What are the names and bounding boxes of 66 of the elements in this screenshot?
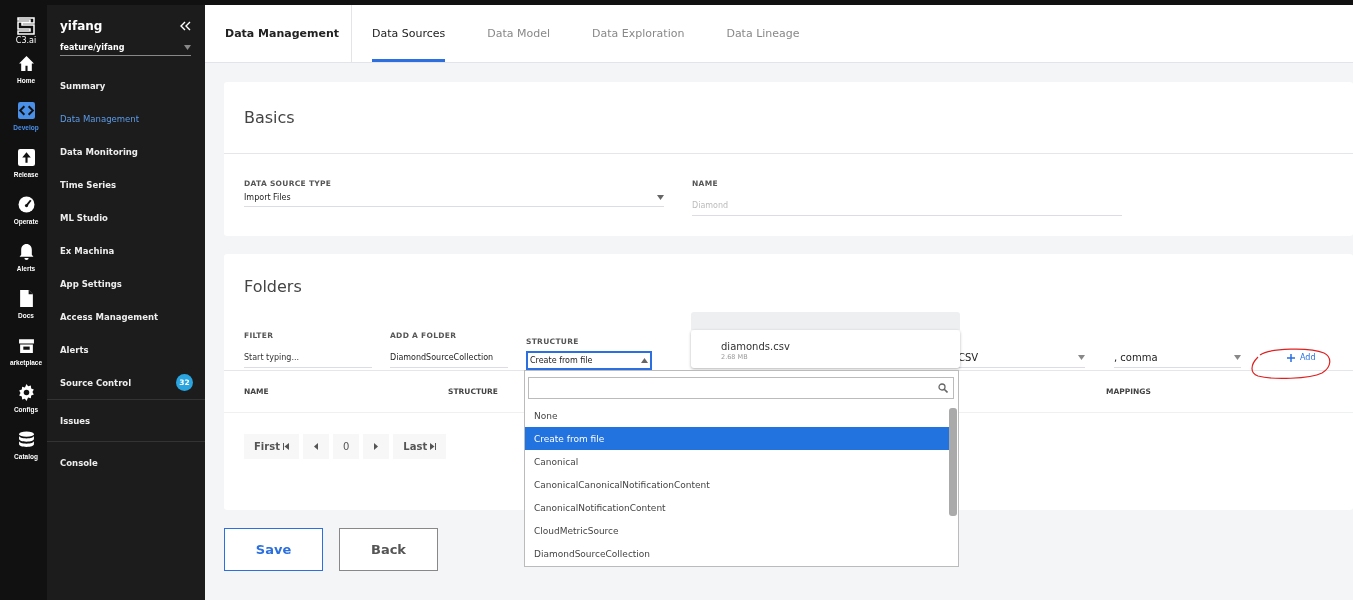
sidebar-item[interactable]: App Settings xyxy=(47,267,205,300)
page-title: Data Management xyxy=(205,5,352,62)
structure-select[interactable]: Create from file xyxy=(526,351,652,370)
bell-icon xyxy=(17,243,35,260)
caret-icon xyxy=(1078,355,1085,360)
caret-icon xyxy=(1234,355,1241,360)
tab[interactable]: Data Lineage xyxy=(726,5,800,62)
scrollbar[interactable] xyxy=(949,408,957,516)
caret-icon xyxy=(657,195,664,200)
dropdown-search-field[interactable] xyxy=(528,377,954,399)
last-page-icon xyxy=(430,443,437,450)
page-number[interactable]: 0 xyxy=(332,434,360,459)
tab[interactable]: Data Model xyxy=(487,5,551,62)
code-icon xyxy=(17,102,35,119)
logo-text: C3.ai xyxy=(15,36,37,45)
caret-icon xyxy=(641,358,648,363)
section-title: Basics xyxy=(224,82,1353,154)
sidebar-item[interactable]: Alerts xyxy=(47,333,205,366)
add-button[interactable]: Add xyxy=(1279,349,1324,366)
tab[interactable]: Data Sources xyxy=(372,5,446,62)
project-title: yifang xyxy=(60,19,103,33)
type-select[interactable]: Import Files xyxy=(244,193,664,207)
upload-icon xyxy=(17,149,35,166)
collapse-icon xyxy=(179,20,191,32)
sidebar-item[interactable]: Summary xyxy=(47,69,205,102)
branch-select[interactable]: feature/yifang xyxy=(60,39,191,56)
dropdown-option[interactable]: CloudMetricSource xyxy=(525,519,949,542)
save-button[interactable]: Save xyxy=(224,528,323,571)
sidebar-item[interactable]: ML Studio xyxy=(47,201,205,234)
store-icon xyxy=(17,337,35,354)
filter-field[interactable]: Start typing... xyxy=(244,353,372,368)
dropdown-option[interactable]: Create from file xyxy=(525,427,949,450)
back-button[interactable]: Back xyxy=(339,528,438,571)
dropdown-option[interactable]: CanonicalNotificationContent xyxy=(525,496,949,519)
logo-icon xyxy=(17,17,35,35)
folder-name-field[interactable]: DiamondSourceCollection xyxy=(390,353,508,368)
dropdown-option[interactable]: DiamondSourceCollection xyxy=(525,542,949,565)
previous-page-button[interactable] xyxy=(302,434,329,459)
caret-icon xyxy=(184,45,191,50)
name-field[interactable]: Diamond xyxy=(692,201,1122,216)
sidebar-item[interactable]: Data Management xyxy=(47,102,205,135)
document-icon xyxy=(17,290,35,307)
previous-icon xyxy=(312,443,319,450)
tab[interactable]: Data Exploration xyxy=(592,5,685,62)
sidebar-item[interactable]: Data Monitoring xyxy=(47,135,205,168)
sidebar-item[interactable]: Access Management xyxy=(47,300,205,333)
gauge-icon xyxy=(17,196,35,213)
sidebar-item[interactable]: Time Series xyxy=(47,168,205,201)
first-page-icon xyxy=(282,443,289,450)
delimiter-select[interactable]: , comma xyxy=(1114,352,1241,368)
home-icon xyxy=(17,55,35,72)
section-title: Folders xyxy=(243,275,303,298)
last-page-button[interactable]: Last xyxy=(393,434,447,459)
next-icon xyxy=(373,443,380,450)
database-icon xyxy=(17,431,35,448)
settings-icon xyxy=(17,384,35,401)
first-page-button[interactable]: First xyxy=(244,434,299,459)
search-icon xyxy=(938,383,948,393)
sidebar-item-label: Source Control xyxy=(60,377,132,388)
dropdown-option[interactable]: Canonical xyxy=(525,450,949,473)
dropdown-option[interactable]: None xyxy=(525,404,949,427)
dropdown-option[interactable]: CanonicalCanonicalNotificationContent xyxy=(525,473,949,496)
sidebar-item[interactable]: Ex Machina xyxy=(47,234,205,267)
next-page-button[interactable] xyxy=(363,434,390,459)
plus-icon xyxy=(1287,353,1295,362)
file-name: diamonds.csv xyxy=(721,341,791,353)
